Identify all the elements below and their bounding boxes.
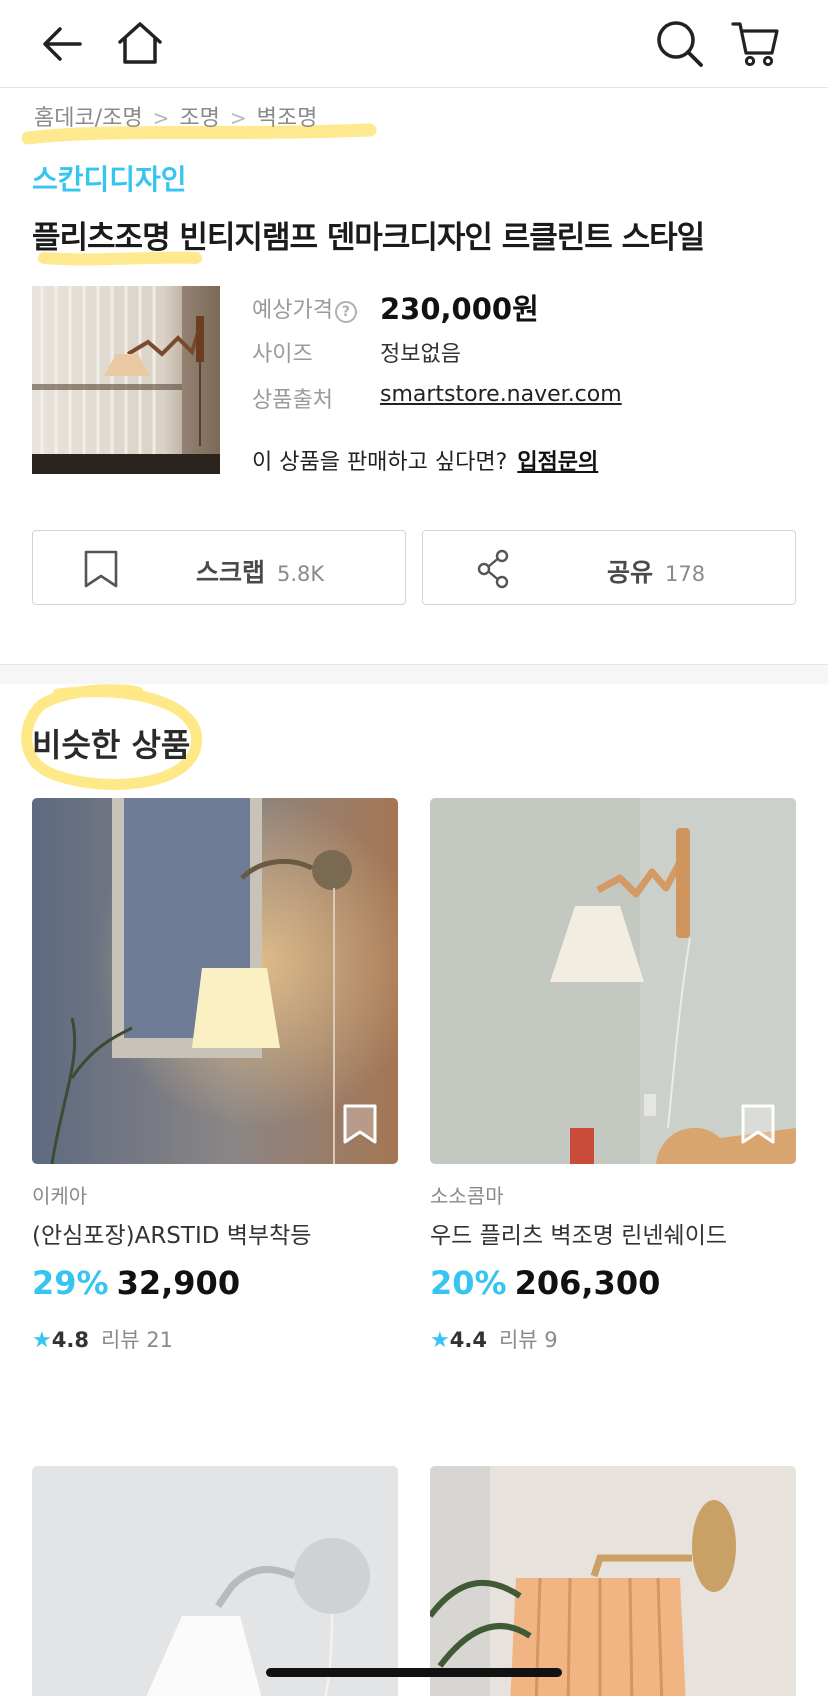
similar-products-title: 비슷한 상품 (32, 726, 191, 764)
review-count: 리뷰 21 (100, 1328, 173, 1352)
star-icon: ★ (430, 1328, 450, 1353)
seller-inquiry-text: 이 상품을 판매하고 싶다면? (252, 450, 508, 475)
bookmark-icon[interactable] (740, 1104, 776, 1144)
help-icon[interactable]: ? (334, 301, 357, 323)
lamp-photo (430, 1466, 796, 1696)
source-link[interactable]: smartstore.naver.com (380, 382, 622, 407)
discount-rate: 20% (430, 1264, 507, 1302)
product-title: 플리츠조명 빈티지램프 덴마크디자인 르클린트 스타일 (32, 220, 705, 256)
product-name: (안심포장)ARSTID 벽부착등 (32, 1223, 312, 1249)
product-image[interactable] (32, 1466, 398, 1696)
price-value: 230,000원 (380, 292, 539, 326)
product-card[interactable] (430, 1466, 796, 1696)
share-label: 공유 178 (607, 558, 706, 587)
size-label: 사이즈 (252, 342, 313, 367)
share-icon (477, 549, 509, 589)
product-card[interactable] (32, 1466, 398, 1696)
scrap-count: 5.8K (277, 562, 325, 586)
back-arrow-icon[interactable] (38, 18, 90, 70)
product-image[interactable] (430, 1466, 796, 1696)
source-label: 상품출처 (252, 388, 333, 413)
share-count: 178 (665, 562, 706, 586)
bookmark-icon (84, 550, 118, 588)
price-label: 예상가격? (252, 292, 357, 324)
cart-icon[interactable] (730, 18, 782, 70)
home-icon[interactable] (114, 18, 166, 70)
chevron-right-icon: > (229, 106, 247, 130)
top-navigation-bar (0, 0, 828, 88)
discount-rate: 29% (32, 1264, 109, 1302)
product-thumbnail[interactable] (32, 286, 220, 474)
store-name: 이케아 (32, 1184, 88, 1208)
bookmark-icon[interactable] (342, 1104, 378, 1144)
lamp-photo (32, 1466, 398, 1696)
size-value: 정보없음 (380, 342, 461, 367)
scrap-button[interactable]: 스크랩 5.8K (32, 530, 406, 605)
share-button[interactable]: 공유 178 (422, 530, 796, 605)
sale-price: 32,900 (116, 1264, 241, 1302)
store-name: 소소콤마 (430, 1184, 504, 1208)
source-row: 상품출처 smartstore.naver.com (252, 380, 812, 414)
breadcrumb-item[interactable]: 벽조명 (257, 106, 318, 131)
product-card[interactable]: 소소콤마 우드 플리츠 벽조명 린넨쉐이드 20% 206,300 ★4.4 리뷰 … (430, 798, 796, 1364)
search-icon[interactable] (654, 18, 706, 70)
size-row: 사이즈 정보없음 (252, 334, 812, 368)
review-count: 리뷰 9 (498, 1328, 558, 1352)
price-row: 예상가격? 230,000원 (252, 286, 812, 326)
chevron-right-icon: > (152, 106, 170, 130)
breadcrumb-item[interactable]: 조명 (179, 106, 219, 131)
lamp-photo (32, 286, 220, 474)
price-line: 29% 32,900 (32, 1264, 240, 1302)
star-icon: ★ (32, 1328, 52, 1353)
breadcrumb: 홈데코/조명 > 조명 > 벽조명 (34, 100, 317, 132)
product-card[interactable]: 이케아 (안심포장)ARSTID 벽부착등 29% 32,900 ★4.8 리뷰 2… (32, 798, 398, 1364)
section-divider (0, 664, 828, 684)
rating-score: 4.8 (51, 1328, 89, 1352)
home-indicator[interactable] (266, 1668, 562, 1677)
rating: ★4.4 리뷰 9 (430, 1324, 558, 1354)
brand-name[interactable]: 스칸디디자인 (32, 158, 187, 198)
rating: ★4.8 리뷰 21 (32, 1324, 173, 1354)
price-line: 20% 206,300 (430, 1264, 660, 1302)
product-name: 우드 플리츠 벽조명 린넨쉐이드 (430, 1223, 728, 1249)
seller-inquiry-link[interactable]: 입점문의 (517, 450, 598, 475)
scrap-label: 스크랩 5.8K (196, 558, 325, 587)
sale-price: 206,300 (514, 1264, 661, 1302)
rating-score: 4.4 (449, 1328, 487, 1352)
breadcrumb-item[interactable]: 홈데코/조명 (34, 106, 143, 131)
seller-inquiry: 이 상품을 판매하고 싶다면? 입점문의 (252, 444, 598, 476)
